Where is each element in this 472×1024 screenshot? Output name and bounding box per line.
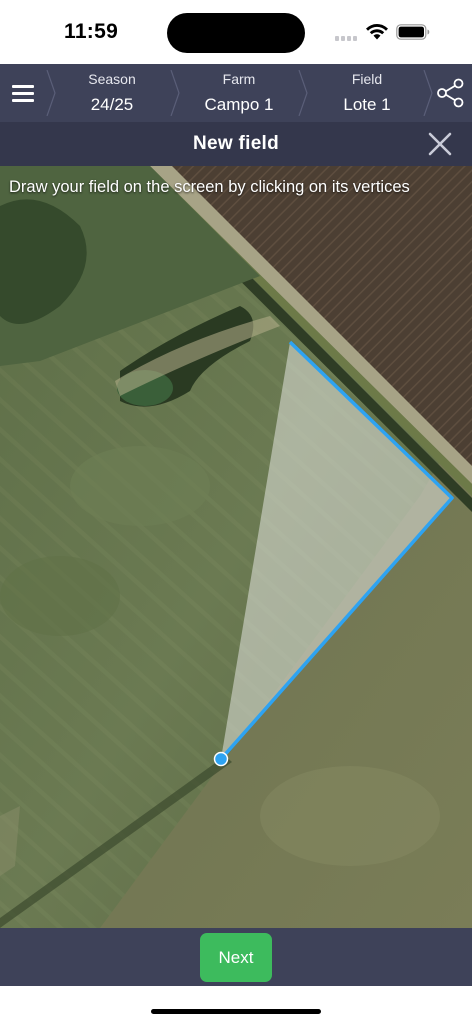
chevron-separator-icon: [170, 70, 180, 116]
hamburger-menu-icon: [12, 85, 34, 102]
field-polygon[interactable]: [0, 166, 472, 928]
close-icon[interactable]: [426, 130, 454, 158]
breadcrumb-field[interactable]: Field Lote 1: [310, 64, 424, 122]
next-button[interactable]: Next: [200, 933, 272, 982]
breadcrumb-farm-label: Farm: [222, 71, 256, 87]
menu-button[interactable]: [0, 64, 46, 122]
vertex-handle[interactable]: [213, 751, 229, 767]
satellite-map[interactable]: Draw your field on the screen by clickin…: [0, 166, 472, 928]
breadcrumb-season-label: Season: [88, 71, 136, 87]
status-bar: 11:59: [0, 0, 472, 64]
breadcrumb-farm[interactable]: Farm Campo 1: [182, 64, 296, 122]
breadcrumb-season[interactable]: Season 24/25: [56, 64, 168, 122]
breadcrumb-season-value: 24/25: [90, 95, 134, 114]
breadcrumb-field-label: Field: [351, 71, 383, 87]
share-icon: [437, 78, 464, 108]
status-time: 11:59: [64, 20, 119, 43]
chevron-separator-icon: [298, 70, 308, 116]
breadcrumb-farm-value: Campo 1: [204, 95, 274, 114]
share-button[interactable]: [428, 64, 472, 122]
wifi-icon: [366, 24, 388, 40]
cellular-signal-icon: [335, 36, 359, 42]
home-indicator: [151, 1009, 321, 1014]
battery-icon: [396, 24, 430, 40]
bottom-bar: Next: [0, 928, 472, 986]
chevron-separator-icon: [46, 70, 56, 116]
title-bar: New field: [0, 122, 472, 166]
top-navigation: Season 24/25 Farm Campo 1 Field Lote 1: [0, 64, 472, 122]
dynamic-island: [167, 13, 305, 53]
map-instructions: Draw your field on the screen by clickin…: [9, 178, 410, 196]
breadcrumb-field-value: Lote 1: [343, 95, 391, 114]
page-title: New field: [192, 133, 280, 154]
